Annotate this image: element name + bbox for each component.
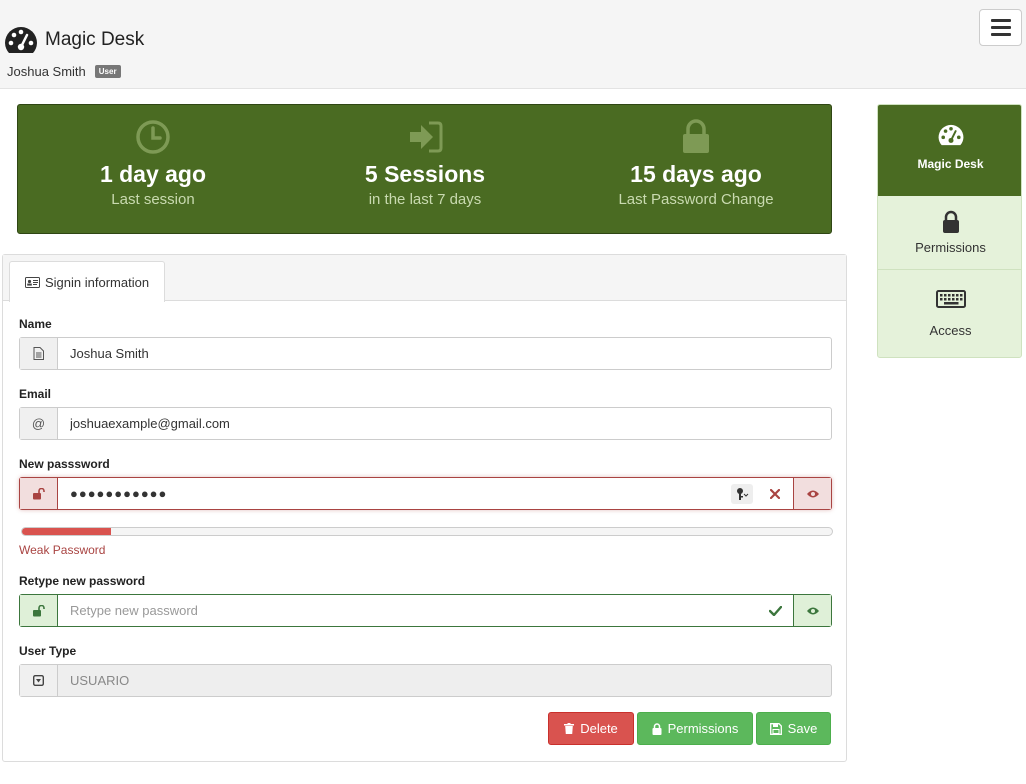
user-type-select xyxy=(58,665,831,696)
save-label: Save xyxy=(787,721,818,736)
lock-icon xyxy=(652,722,662,735)
key-icon xyxy=(731,483,753,504)
tab-bar: Signin information xyxy=(3,255,846,302)
keyboard-icon xyxy=(935,290,966,308)
name-input-group xyxy=(19,337,832,370)
sign-in-icon xyxy=(410,121,443,153)
user-role-badge: User xyxy=(94,65,121,78)
brand[interactable]: Magic Desk xyxy=(3,25,144,55)
new-password-label: New passsword xyxy=(19,457,110,471)
check-icon xyxy=(757,595,793,626)
password-manager-key-button[interactable] xyxy=(727,478,757,509)
user-type-input-group xyxy=(19,664,832,697)
stat-sessions: 5 Sessions in the last 7 days xyxy=(290,105,560,208)
stats-banner: 1 day ago Last session 5 Sessions in the… xyxy=(17,104,832,234)
close-icon xyxy=(770,488,780,499)
password-strength-bar xyxy=(21,527,833,536)
nav-item-label: Magic Desk xyxy=(917,157,984,171)
stat-label: Last Password Change xyxy=(618,191,774,208)
dashboard-icon xyxy=(938,124,963,146)
toggle-retype-visibility-button[interactable] xyxy=(793,595,831,626)
app-name: Magic Desk xyxy=(45,29,145,50)
user-type-label: User Type xyxy=(19,644,77,658)
email-input[interactable] xyxy=(58,408,831,439)
user-name: Joshua Smith xyxy=(7,64,86,79)
stat-value: 1 day ago xyxy=(99,161,207,187)
top-header: Magic Desk Joshua Smith User xyxy=(0,0,1026,89)
eye-icon xyxy=(806,607,819,614)
nav-item-label: Access xyxy=(929,323,972,338)
clock-icon xyxy=(136,120,170,154)
dashboard-icon xyxy=(5,27,37,53)
permissions-button[interactable]: Permissions xyxy=(637,712,753,745)
stat-value: 5 Sessions xyxy=(364,161,486,187)
signin-panel: Signin information Name Email @ New pass… xyxy=(2,254,847,762)
email-input-group: @ xyxy=(19,407,832,440)
delete-label: Delete xyxy=(580,721,618,736)
lock-icon xyxy=(683,119,709,153)
dropdown-square-icon xyxy=(20,665,58,696)
hamburger-line xyxy=(990,33,1011,36)
password-strength-fill xyxy=(22,528,112,535)
email-label: Email xyxy=(19,387,52,401)
hamburger-menu-button[interactable] xyxy=(979,9,1022,46)
retype-password-label: Retype new password xyxy=(19,574,146,588)
document-icon xyxy=(20,338,58,369)
stat-value: 15 days ago xyxy=(630,161,762,187)
name-input[interactable] xyxy=(58,338,831,369)
save-button[interactable]: Save xyxy=(756,712,831,745)
hamburger-line xyxy=(990,26,1011,29)
trash-icon xyxy=(564,723,575,734)
password-strength-text: Weak Password xyxy=(19,543,106,557)
clear-password-button[interactable] xyxy=(757,478,793,509)
name-label: Name xyxy=(19,317,52,331)
id-card-icon xyxy=(25,276,40,288)
hamburger-icon xyxy=(990,19,1011,22)
unlock-icon xyxy=(20,478,58,509)
retype-password-input[interactable] xyxy=(58,595,757,626)
permissions-label: Permissions xyxy=(667,721,739,736)
new-password-input-group xyxy=(19,477,832,510)
stat-label: in the last 7 days xyxy=(368,191,482,208)
stat-last-session: 1 day ago Last session xyxy=(18,105,288,208)
eye-icon xyxy=(806,490,819,497)
nav-item-access[interactable]: Access xyxy=(878,271,1021,357)
stat-password-change: 15 days ago Last Password Change xyxy=(561,105,831,208)
new-password-input[interactable] xyxy=(58,478,727,509)
tab-label: Signin information xyxy=(45,274,150,290)
retype-password-input-group xyxy=(19,594,832,627)
stat-label: Last session xyxy=(111,191,195,208)
nav-item-magic-desk[interactable]: Magic Desk xyxy=(878,105,1021,196)
unlock-icon xyxy=(20,595,58,626)
lock-icon xyxy=(942,210,959,233)
nav-item-label: Permissions xyxy=(915,240,986,255)
nav-item-permissions[interactable]: Permissions xyxy=(878,196,1021,270)
floppy-disk-icon xyxy=(769,722,782,735)
side-nav: Magic Desk Permissions Access xyxy=(877,104,1022,358)
delete-button[interactable]: Delete xyxy=(548,712,634,745)
current-user: Joshua Smith User xyxy=(7,64,121,79)
tab-signin-information[interactable]: Signin information xyxy=(9,261,165,302)
toggle-password-visibility-button[interactable] xyxy=(793,478,831,509)
at-sign-icon: @ xyxy=(20,408,58,439)
